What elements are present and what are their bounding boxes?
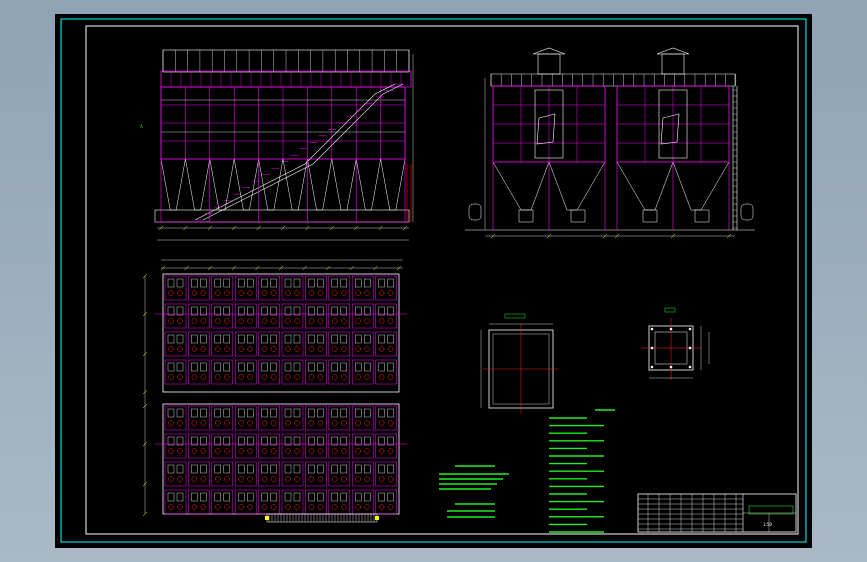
section-detail-view [480,313,559,414]
engineering-drawing: A 1:50 [60,18,807,543]
technical-notes [439,409,615,533]
svg-text:A: A [140,124,143,129]
front-elevation-view: A [140,49,414,241]
cad-viewport[interactable]: A 1:50 [55,14,812,548]
side-elevation-view [465,47,755,239]
plan-view [142,259,407,523]
scale-label: 1:50 [763,522,772,527]
drawing-border-outer [60,18,807,543]
flange-detail-view [641,307,710,380]
title-block: 1:50 [637,493,797,533]
